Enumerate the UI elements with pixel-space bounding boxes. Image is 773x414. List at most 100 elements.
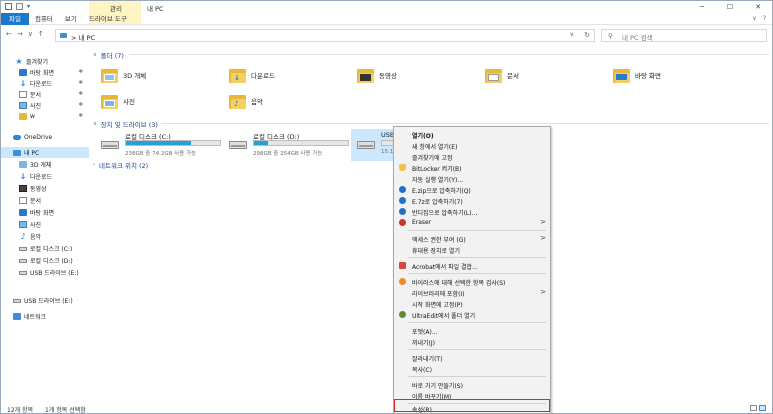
nav-this-pc[interactable]: 내 PC [1, 147, 89, 158]
properties-icon[interactable] [5, 3, 12, 10]
tab-file[interactable]: 파일 [1, 12, 29, 25]
nav-pc-desktop[interactable]: 바탕 화면 [1, 207, 89, 218]
menu-cut[interactable]: 잘라내기(T) [394, 352, 550, 363]
nav-quick-w[interactable]: w ✱ [1, 111, 89, 122]
drives-group-header[interactable]: ∨ 장치 및 드라이브 (3) [93, 119, 158, 129]
nav-pc-downloads[interactable]: ↓ 다운로드 [1, 171, 89, 182]
pin-icon[interactable]: ✱ [78, 102, 83, 108]
bandizip-icon [399, 186, 406, 193]
pin-icon[interactable]: ✱ [78, 91, 83, 97]
nav-onedrive[interactable]: OneDrive [1, 132, 89, 143]
menu-give-access[interactable]: 액세스 권한 부여 (G) > [394, 233, 550, 244]
minimize-button[interactable]: ─ [688, 1, 716, 13]
nav-pc-music[interactable]: ♪ 음악 [1, 231, 89, 242]
folder-downloads[interactable]: ↓ 다운로드 [229, 63, 349, 87]
expand-ribbon-icon[interactable]: ∨ [752, 15, 756, 22]
collapse-chevron-icon[interactable]: ∨ [93, 121, 97, 127]
pc-icon [60, 33, 67, 38]
address-bar[interactable]: > 내 PC ∨ ↻ [55, 29, 595, 42]
search-placeholder: 내 PC 검색 [622, 34, 653, 42]
menu-acrobat-combine[interactable]: Acrobat에서 파일 결합... [394, 260, 550, 271]
nav-pc-videos[interactable]: 동영상 [1, 183, 89, 194]
customize-toolbar-icon[interactable]: ▾ [27, 3, 33, 10]
menu-create-shortcut[interactable]: 바로 가기 만들기(S) [394, 379, 550, 390]
nav-quick-downloads[interactable]: ↓ 다운로드 ✱ [1, 78, 89, 89]
search-box[interactable]: ⚲ 내 PC 검색 [601, 29, 767, 42]
nav-pc-3d[interactable]: 3D 개체 [1, 159, 89, 170]
forward-arrow-icon[interactable]: → [17, 30, 23, 38]
folder-3d-objects[interactable]: 3D 개체 [101, 63, 221, 87]
menu-separator [408, 322, 546, 323]
nav-quick-documents[interactable]: 문서 ✱ [1, 89, 89, 100]
tab-drive-tools[interactable]: 드라이브 도구 [83, 13, 133, 25]
video-icon [19, 185, 27, 192]
menu-include-library[interactable]: 라이브러리에 포함(I) > [394, 287, 550, 298]
breadcrumb-this-pc[interactable]: 내 PC [79, 34, 96, 42]
ultraedit-icon [399, 311, 406, 318]
tiles-view-icon[interactable] [759, 405, 766, 411]
pin-icon[interactable]: ✱ [78, 69, 83, 75]
folder-pictures[interactable]: 사진 [101, 89, 221, 113]
nav-quick-desktop[interactable]: 바탕 화면 ✱ [1, 67, 89, 78]
collapse-chevron-icon[interactable]: ∨ [93, 52, 97, 58]
collapse-chevron-icon[interactable]: › [93, 162, 95, 168]
network-group-header[interactable]: › 네트워크 위치 (2) [93, 160, 148, 170]
search-icon: ⚲ [608, 32, 613, 40]
bandizip-icon [399, 208, 406, 215]
menu-bitlocker[interactable]: BitLocker 켜기(B) [394, 162, 550, 173]
folders-group-header[interactable]: ∨ 폴더 (7) [93, 50, 124, 60]
menu-compress-zip[interactable]: E.zip으로 압축하기(Q) [394, 184, 550, 195]
menu-compress-bandizip[interactable]: 반디집으로 압축하기(L)... [394, 206, 550, 217]
drive-c-tile[interactable]: 로컬 디스크 (C:) 238GB 중 74.2GB 사용 가능 [95, 129, 223, 161]
address-path[interactable]: > 내 PC [71, 32, 95, 42]
manage-tab-label[interactable]: 관리 [110, 3, 122, 13]
tab-computer[interactable]: 컴퓨터 [29, 13, 59, 25]
back-arrow-icon[interactable]: ← [6, 30, 12, 38]
folder-icon [19, 113, 27, 120]
menu-ultraedit-open[interactable]: UltraEdit에서 폴더 열기 [394, 309, 550, 320]
address-dropdown-icon[interactable]: ∨ [570, 31, 574, 38]
folder-desktop[interactable]: 바탕 화면 [613, 63, 733, 87]
close-button[interactable]: ✕ [744, 1, 772, 13]
menu-separator [408, 349, 546, 350]
new-folder-icon[interactable] [16, 3, 23, 10]
menu-open-new-window[interactable]: 새 창에서 열기(E) [394, 140, 550, 151]
explorer-window: ▾ 관리 내 PC ─ ☐ ✕ 파일 컴퓨터 보기 드라이브 도구 ∨ ? ← … [0, 0, 773, 414]
menu-virus-scan[interactable]: 바이러스에 대해 선택한 항목 검사(S) [394, 276, 550, 287]
nav-pc-usb[interactable]: USB 드라이브 (E:) [1, 267, 89, 278]
folder-documents[interactable]: 문서 [485, 63, 605, 87]
menu-autoplay[interactable]: 자동 실행 열기(Y)... [394, 173, 550, 184]
nav-network[interactable]: 네트워크 [1, 311, 89, 322]
recent-chevron-icon[interactable]: ∨ [28, 30, 33, 38]
menu-copy[interactable]: 복사(C) [394, 363, 550, 374]
nav-pc-documents[interactable]: 문서 [1, 195, 89, 206]
tab-view[interactable]: 보기 [59, 13, 83, 25]
breadcrumb-separator[interactable]: > [71, 34, 76, 42]
menu-pin-quick-access[interactable]: 즐겨찾기에 고정 [394, 151, 550, 162]
menu-open[interactable]: 열기(O) [394, 129, 550, 140]
nav-pc-drive-c[interactable]: 로컬 디스크 (C:) [1, 243, 89, 254]
nav-quick-access[interactable]: ★ 즐겨찾기 [1, 56, 89, 67]
nav-usb[interactable]: USB 드라이브 (E:) [1, 295, 89, 306]
menu-format[interactable]: 포맷(A)... [394, 325, 550, 336]
folder-videos[interactable]: 동영상 [357, 63, 477, 87]
menu-compress-7z[interactable]: E.7z로 압축하기(7) [394, 195, 550, 206]
nav-pc-pictures[interactable]: 사진 [1, 219, 89, 230]
pin-icon[interactable]: ✱ [78, 113, 83, 119]
maximize-button[interactable]: ☐ [716, 1, 744, 13]
up-arrow-icon[interactable]: ↑ [38, 30, 44, 38]
pin-icon[interactable]: ✱ [78, 80, 83, 86]
nav-quick-pictures[interactable]: 사진 ✱ [1, 100, 89, 111]
group-divider [129, 54, 769, 55]
refresh-icon[interactable]: ↻ [584, 31, 590, 39]
details-view-icon[interactable] [750, 405, 757, 411]
menu-open-portable-device[interactable]: 휴대용 장치로 열기 [394, 244, 550, 255]
menu-eject[interactable]: 꺼내기(J) [394, 336, 550, 347]
nav-pc-drive-d[interactable]: 로컬 디스크 (D:) [1, 255, 89, 266]
menu-pin-start[interactable]: 시작 화면에 고정(P) [394, 298, 550, 309]
drive-d-tile[interactable]: 로컬 디스크 (D:) 298GB 중 254GB 사용 가능 [223, 129, 351, 161]
status-bar: 12개 항목 1개 항목 선택함 [1, 403, 772, 414]
menu-eraser[interactable]: Eraser > [394, 217, 550, 228]
help-icon[interactable]: ? [763, 15, 766, 22]
folder-music[interactable]: ♪ 음악 [229, 89, 349, 113]
